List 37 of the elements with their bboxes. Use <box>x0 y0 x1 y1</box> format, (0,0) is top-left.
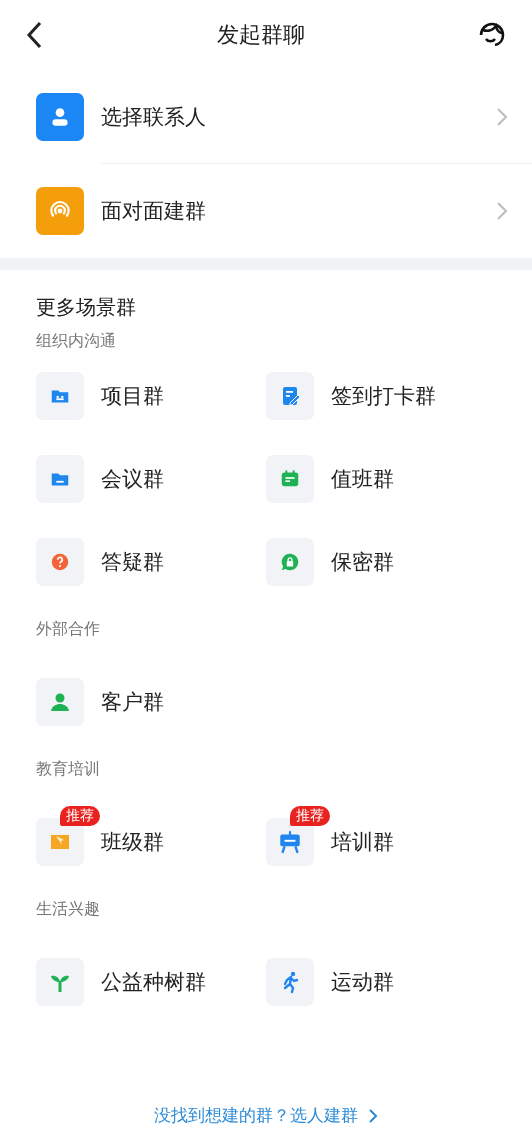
chevron-right-icon <box>496 106 508 127</box>
group-type-label[interactable]: 答疑群 <box>101 547 164 576</box>
group-type-tile[interactable] <box>266 371 314 420</box>
group-type-label[interactable]: 客户群 <box>101 687 164 716</box>
group-type-label[interactable]: 公益种树群 <box>101 967 206 996</box>
chevron-right-icon <box>368 1107 378 1124</box>
group-label: 外部合作 <box>36 618 101 640</box>
chevron-right-icon <box>496 201 508 221</box>
group-type-label[interactable]: 保密群 <box>331 547 394 576</box>
page-title: 发起群聊 <box>217 21 305 49</box>
group-type-tile[interactable] <box>36 454 84 503</box>
row-label: 面对面建群 <box>101 198 206 225</box>
group-type-tile[interactable] <box>266 957 314 1006</box>
group-type-label[interactable]: 班级群 <box>101 827 164 856</box>
recommend-badge: 推荐 <box>60 806 100 826</box>
group-label: 生活兴趣 <box>36 898 101 920</box>
group-label: 组织内沟通 <box>36 331 117 352</box>
group-type-label[interactable]: 会议群 <box>101 464 164 493</box>
section-title: 更多场景群 <box>36 294 137 321</box>
recommend-badge: 推荐 <box>290 806 330 826</box>
menu-row[interactable]: 面对面建群 <box>0 164 532 258</box>
group-type-tile[interactable] <box>36 677 84 726</box>
group-type-tile[interactable] <box>36 537 84 586</box>
group-type-tile[interactable] <box>266 454 314 503</box>
group-type-label[interactable]: 项目群 <box>101 381 164 410</box>
group-type-tile[interactable] <box>36 371 84 420</box>
select-people-link[interactable]: 没找到想建的群？选人建群 <box>154 1104 378 1127</box>
group-type-label[interactable]: 签到打卡群 <box>331 381 436 410</box>
group-type-label[interactable]: 培训群 <box>331 827 394 856</box>
group-type-label[interactable]: 运动群 <box>331 967 394 996</box>
group-label: 教育培训 <box>36 758 101 780</box>
group-type-tile[interactable] <box>36 957 84 1006</box>
easel-icon <box>277 828 303 855</box>
group-type-label[interactable]: 值班群 <box>331 464 394 493</box>
row-label: 选择联系人 <box>101 103 206 131</box>
menu-row[interactable]: 选择联系人 <box>0 70 532 164</box>
group-type-tile[interactable] <box>266 537 314 586</box>
